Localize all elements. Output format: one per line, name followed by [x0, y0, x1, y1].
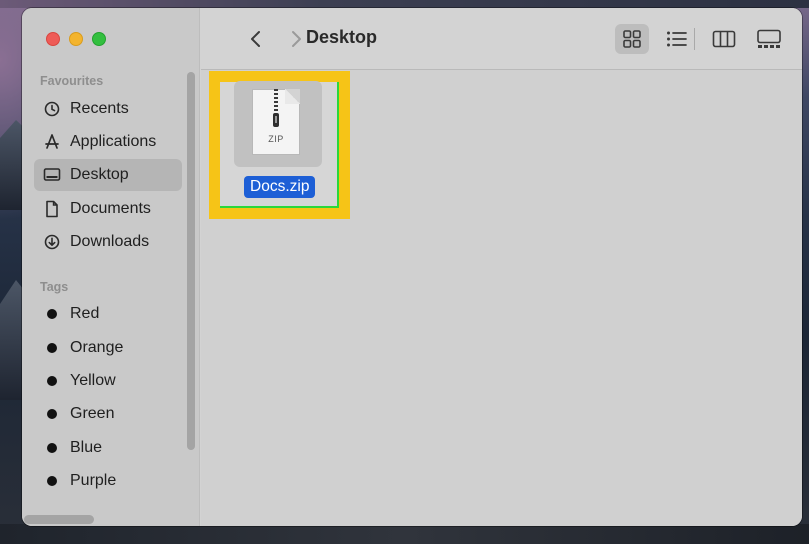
page-fold-icon: [285, 89, 300, 104]
sidebar-item-label: Purple: [70, 472, 117, 489]
gallery-icon: [757, 29, 781, 48]
file-area: ZIP Docs.zip: [201, 71, 802, 526]
sidebar-item-documents[interactable]: Documents: [34, 193, 182, 225]
sidebar-item-label: Red: [70, 305, 100, 322]
sidebar-tag-blue[interactable]: Blue: [34, 432, 182, 464]
sidebar-item-downloads[interactable]: Downloads: [34, 226, 182, 258]
sidebar-tag-orange[interactable]: Orange: [34, 332, 182, 364]
sidebar-item-label: Applications: [70, 133, 157, 150]
wallpaper-bottom: [0, 524, 809, 544]
sidebar-item-label: Orange: [70, 339, 124, 356]
download-icon: [42, 232, 62, 252]
tag-dot-icon: [47, 376, 57, 386]
column-view-button[interactable]: [707, 24, 741, 54]
sidebar: Favourites Recents Applications Desktop …: [22, 8, 200, 526]
tag-dot-icon: [47, 409, 57, 419]
sidebar-item-label: Yellow: [70, 372, 116, 389]
applications-icon: [42, 132, 62, 152]
gallery-view-button[interactable]: [752, 24, 786, 54]
sidebar-tag-red[interactable]: Red: [34, 298, 182, 330]
wallpaper-top: [0, 0, 809, 8]
minimize-button[interactable]: [69, 32, 83, 46]
sidebar-item-label: Downloads: [70, 233, 150, 250]
tag-dot-icon: [47, 476, 57, 486]
toolbar-divider: [694, 28, 695, 50]
desktop-icon: [42, 165, 62, 185]
zoom-button[interactable]: [92, 32, 106, 46]
sidebar-item-recents[interactable]: Recents: [34, 93, 182, 125]
sidebar-item-label: Desktop: [70, 166, 129, 183]
sidebar-item-label: Recents: [70, 100, 129, 117]
sidebar-vertical-scrollbar[interactable]: [187, 72, 195, 450]
chevron-left-icon: [251, 31, 260, 47]
chevron-right-icon: [292, 31, 301, 47]
sidebar-item-label: Documents: [70, 200, 151, 217]
close-button[interactable]: [46, 32, 60, 46]
window-title: Desktop: [306, 27, 378, 47]
list-icon: [667, 31, 687, 47]
back-button[interactable]: [243, 25, 269, 53]
tag-dot-icon: [47, 343, 57, 353]
clock-icon: [42, 99, 62, 119]
sidebar-tag-purple[interactable]: Purple: [34, 465, 182, 497]
zipper-icon: [273, 89, 279, 127]
sidebar-item-label: Green: [70, 405, 115, 422]
toolbar: Desktop: [201, 8, 802, 70]
sidebar-tag-yellow[interactable]: Yellow: [34, 365, 182, 397]
icon-view-button[interactable]: [615, 24, 649, 54]
favourites-heading: Favourites: [40, 74, 104, 88]
sidebar-horizontal-scrollbar[interactable]: [24, 515, 94, 524]
tag-dot-icon: [47, 309, 57, 319]
columns-icon: [712, 30, 736, 48]
sidebar-tag-green[interactable]: Green: [34, 398, 182, 430]
list-view-button[interactable]: [660, 24, 694, 54]
grid-icon: [623, 30, 641, 48]
file-type-label: ZIP: [268, 134, 284, 144]
file-name-label[interactable]: Docs.zip: [244, 176, 316, 198]
sidebar-item-applications[interactable]: Applications: [34, 126, 182, 158]
main-area: Desktop ZIP Docs.zip: [201, 8, 802, 526]
window-controls: [46, 32, 106, 46]
tag-dot-icon: [47, 443, 57, 453]
tags-heading: Tags: [40, 280, 69, 294]
sidebar-item-desktop[interactable]: Desktop: [34, 159, 182, 191]
sidebar-item-label: Blue: [70, 439, 103, 456]
finder-window: Favourites Recents Applications Desktop …: [22, 8, 802, 526]
document-icon: [42, 199, 62, 219]
